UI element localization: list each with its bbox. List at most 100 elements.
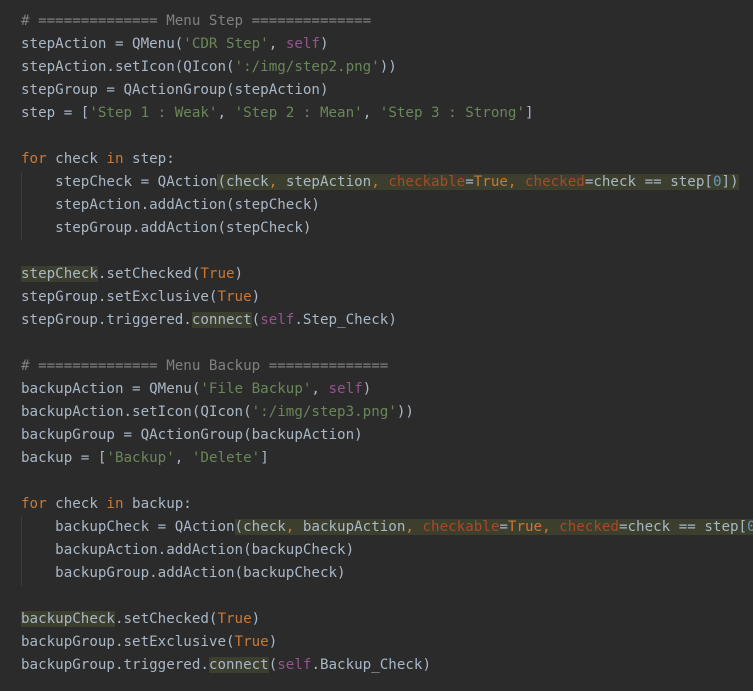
code-token-default: backupGroup.setExclusive( <box>21 634 235 650</box>
code-token-keyword: , <box>285 519 303 535</box>
code-token-default: ] <box>260 450 269 466</box>
code-token-default: )) <box>396 404 414 420</box>
code-token-string: 'CDR Step' <box>183 36 269 52</box>
code-token-default: backupCheck = QAction <box>21 519 235 535</box>
code-token-default: backupAction = QMenu( <box>21 381 201 397</box>
code-token-default: step: <box>123 151 175 167</box>
code-token-default: .Step_Check) <box>294 312 397 328</box>
code-token-default: ] <box>525 105 534 121</box>
code-token-default: stepAction <box>285 174 372 190</box>
code-token-string: 'Step 3 : Strong' <box>379 105 525 121</box>
code-token-default: .setChecked( <box>97 266 201 282</box>
code-line: backupCheck.setChecked(True) <box>21 608 260 631</box>
code-token-default: .Backup_Check) <box>311 657 432 673</box>
code-token-param: checked <box>559 519 619 535</box>
code-token-self: self <box>260 312 295 328</box>
code-token-default: backup = [ <box>21 450 107 466</box>
code-token-default: ) <box>234 266 244 282</box>
code-token-default: stepAction.setIcon(QIcon( <box>21 59 235 75</box>
code-token-comment: # ============== Menu Backup ===========… <box>21 358 389 374</box>
code-line: backupGroup.addAction(backupCheck) <box>21 562 346 585</box>
code-token-keyword: True <box>473 174 508 190</box>
code-token-default: stepAction.addAction(stepCheck) <box>21 197 320 213</box>
code-token-default: ) <box>268 634 278 650</box>
code-token-keyword: , <box>542 519 560 535</box>
code-token-default: stepGroup = QActionGroup(stepAction) <box>21 82 329 98</box>
code-line: stepAction.addAction(stepCheck) <box>21 194 320 217</box>
code-token-self: self <box>277 657 312 673</box>
code-line: backupCheck = QAction(check, backupActio… <box>21 516 753 539</box>
code-token-keyword: True <box>200 266 235 282</box>
code-token-keyword: True <box>507 519 543 535</box>
code-token-default: stepCheck <box>21 266 98 282</box>
code-token-default: )) <box>379 59 397 75</box>
code-line: stepCheck.setChecked(True) <box>21 263 243 286</box>
code-token-default: check <box>46 151 107 167</box>
code-line: backup = ['Backup', 'Delete'] <box>21 447 269 470</box>
code-token-default: stepGroup.setExclusive( <box>21 289 218 305</box>
code-line: for check in backup: <box>21 493 192 516</box>
code-token-default: ) <box>251 289 261 305</box>
code-token-keyword: for <box>21 151 47 167</box>
code-line: stepCheck = QAction(check, stepAction, c… <box>21 171 739 194</box>
code-token-string: 'File Backup' <box>200 381 312 397</box>
code-token-default: ( <box>268 657 278 673</box>
code-token-default: backupGroup.addAction(backupCheck) <box>21 565 346 581</box>
code-token-default: , <box>362 105 380 121</box>
code-token-keyword: for <box>21 496 47 512</box>
code-token-default: (check <box>234 519 286 535</box>
code-line: stepGroup.triggered.connect(self.Step_Ch… <box>21 309 397 332</box>
code-token-string: ':/img/step2.png' <box>234 59 380 75</box>
code-token-default: stepGroup.addAction(stepCheck) <box>21 220 312 236</box>
code-token-default: ]) <box>721 174 739 190</box>
code-token-default: =check == step[ <box>584 174 713 190</box>
code-token-keyword: in <box>106 496 124 512</box>
code-line: step = ['Step 1 : Weak', 'Step 2 : Mean'… <box>21 102 534 125</box>
code-token-keyword: , <box>405 519 423 535</box>
code-token-default: , <box>174 450 192 466</box>
code-token-default: ( <box>251 312 261 328</box>
code-token-default: connect <box>191 312 252 328</box>
code-line: backupGroup.setExclusive(True) <box>21 631 277 654</box>
code-token-default: step = [ <box>21 105 90 121</box>
code-token-default: =check == step[ <box>618 519 748 535</box>
code-token-string: 'Step 1 : Weak' <box>89 105 218 121</box>
code-token-default: backupGroup = QActionGroup(backupAction) <box>21 427 363 443</box>
code-editor[interactable]: # ============== Menu Step =============… <box>0 0 753 691</box>
code-line: # ============== Menu Backup ===========… <box>21 355 388 378</box>
code-token-default: backup: <box>123 496 192 512</box>
code-token-keyword: , <box>371 174 389 190</box>
code-token-default: , <box>311 381 329 397</box>
code-line: backupAction.addAction(backupCheck) <box>21 539 354 562</box>
code-token-default: stepGroup.triggered. <box>21 312 192 328</box>
code-token-default: backupAction <box>302 519 406 535</box>
code-token-default: backupAction.setIcon(QIcon( <box>21 404 252 420</box>
code-token-default: backupCheck <box>21 611 115 627</box>
code-token-param: checkable <box>422 519 500 535</box>
code-line: backupAction.setIcon(QIcon(':/img/step3.… <box>21 401 414 424</box>
code-token-default: backupAction.addAction(backupCheck) <box>21 542 355 558</box>
code-token-param: checked <box>525 174 585 190</box>
code-token-self: self <box>328 381 363 397</box>
code-line: backupGroup = QActionGroup(backupAction) <box>21 424 363 447</box>
code-token-default: , <box>217 105 235 121</box>
code-token-string: 'Backup' <box>106 450 175 466</box>
code-token-string: 'Delete' <box>191 450 261 466</box>
code-line: for check in step: <box>21 148 175 171</box>
code-token-default: = <box>465 174 474 190</box>
code-token-keyword: True <box>217 611 252 627</box>
code-token-default: ) <box>251 611 261 627</box>
code-token-default: , <box>268 36 286 52</box>
code-line: stepAction = QMenu('CDR Step', self) <box>21 33 329 56</box>
code-token-comment: # ============== Menu Step =============… <box>21 13 372 29</box>
code-token-default: ) <box>362 381 372 397</box>
code-line: stepAction.setIcon(QIcon(':/img/step2.pn… <box>21 56 397 79</box>
code-line: # ============== Menu Step =============… <box>21 10 371 33</box>
code-token-default: = <box>499 519 508 535</box>
code-line: backupGroup.triggered.connect(self.Backu… <box>21 654 431 677</box>
code-token-string: 'Step 2 : Mean' <box>234 105 363 121</box>
code-token-default: check <box>46 496 107 512</box>
code-line: stepGroup.setExclusive(True) <box>21 286 260 309</box>
code-token-param: checkable <box>388 174 466 190</box>
code-token-default: connect <box>208 657 269 673</box>
